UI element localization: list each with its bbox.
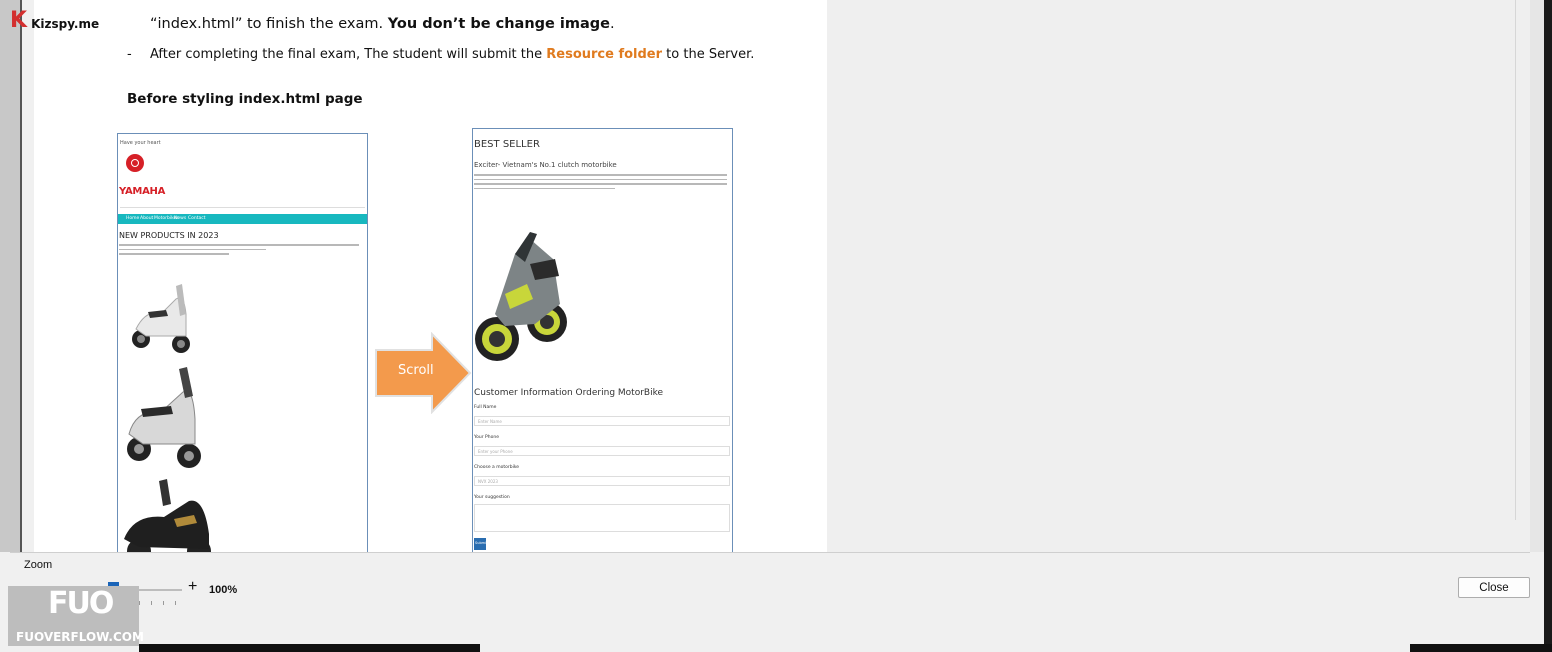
mock-nav-item: About (140, 216, 154, 221)
viewer-left-gutter (0, 0, 20, 552)
fuo-logo-icon: FUO (48, 586, 114, 621)
exciter-motorbike-image (475, 232, 567, 361)
instruction-line-1: “index.html” to finish the exam. You don… (150, 16, 615, 32)
mock-nav-item: Contact (188, 216, 206, 221)
bullet-mark: - (127, 47, 132, 62)
mock-nav-item: News (174, 216, 187, 221)
mock-field-label: Choose a motorbike (474, 465, 520, 470)
mock-field-label: Full Name (474, 405, 497, 410)
mock-field-label: Your Phone (474, 435, 499, 440)
instruction-line-2: After completing the final exam, The stu… (150, 47, 755, 62)
mock-brand: YAMAHA (119, 186, 166, 197)
fuoverflow-watermark: FUO FUOVERFLOW.COM (8, 586, 144, 646)
slider-tick (139, 601, 140, 605)
vertical-scrollbar-edge (1515, 0, 1516, 520)
mock-form-title: Customer Information Ordering MotorBike (474, 388, 663, 398)
mock-screenshot-top: Have your heart YAMAHA Home About Motorb… (117, 133, 368, 552)
window-right-edge (1544, 0, 1552, 652)
kizspy-watermark: K Kizspy.me (10, 10, 99, 32)
mock-motorbike-select: NVX 2023 (474, 476, 730, 486)
scooter-white-image (132, 284, 190, 353)
yamaha-logo-icon (126, 154, 144, 172)
mock-paragraph (119, 244, 364, 258)
panel-divider (10, 552, 1530, 553)
mock-field-label: Your suggestion (474, 495, 510, 500)
no-change-image-note: You don’t be change image (387, 16, 610, 32)
fuoverflow-text: FUOVERFLOW.COM (16, 630, 144, 644)
mock-suggestion-textarea (474, 504, 730, 532)
scooter-silver-image (127, 367, 201, 468)
close-button[interactable]: Close (1458, 577, 1530, 598)
bottom-black-bar (1410, 644, 1552, 652)
slider-tick (151, 601, 152, 605)
slider-tick (163, 601, 164, 605)
mock-submit-button: Submit (474, 538, 487, 550)
resource-folder-highlight: Resource folder (546, 47, 663, 62)
zoom-value: 100% (209, 584, 238, 596)
mock-top-text: Have your heart (120, 140, 161, 146)
mock-search-bar (120, 201, 365, 208)
slider-tick (175, 601, 176, 605)
viewer-background (827, 0, 1530, 552)
bottom-black-bar (139, 644, 480, 652)
zoom-in-button[interactable]: + (188, 578, 197, 596)
kizspy-text: Kizspy.me (31, 17, 100, 31)
document-page: “index.html” to finish the exam. You don… (34, 0, 827, 552)
kizspy-logo-icon: K (10, 8, 28, 33)
mock-heading: NEW PRODUCTS IN 2023 (119, 231, 219, 240)
mock-best-seller-subtitle: Exciter- Vietnam's No.1 clutch motorbike (474, 161, 617, 169)
section-heading: Before styling index.html page (127, 91, 363, 107)
scroll-arrow-label: Scroll (398, 363, 434, 378)
mock-name-input: Enter Name (474, 416, 730, 426)
viewer-left-border (20, 0, 22, 552)
mock-best-seller-paragraph (474, 174, 730, 192)
zoom-label: Zoom (24, 559, 53, 571)
scooter-black-image (124, 479, 211, 552)
mock-screenshot-bottom: BEST SELLER Exciter- Vietnam's No.1 clut… (472, 128, 733, 552)
mock-nav-bar: Home About Motorbikes News Contact (118, 214, 367, 224)
mock-nav-item: Home (126, 216, 140, 221)
mock-phone-input: Enter your Phone (474, 446, 730, 456)
mock-best-seller-title: BEST SELLER (474, 139, 540, 150)
